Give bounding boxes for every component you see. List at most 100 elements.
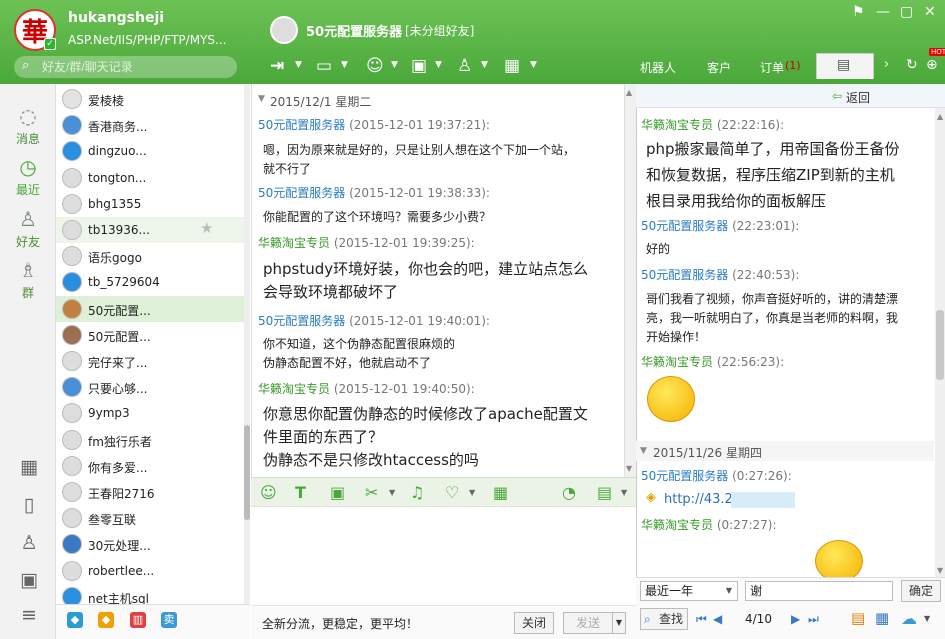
message-sender[interactable]: 50元配置服务器 xyxy=(258,186,345,200)
message-sender[interactable]: 华籁淘宝专员 xyxy=(258,236,330,250)
plus-icon[interactable]: ⊕ xyxy=(926,57,938,73)
minimize-icon[interactable]: — xyxy=(876,4,890,20)
remote-assist-icon[interactable]: ♙ xyxy=(457,56,472,76)
message-sender[interactable]: 华籁淘宝专员 xyxy=(641,118,713,132)
contact-row[interactable]: tb13936... xyxy=(56,217,244,243)
menu-icon[interactable]: ≡ xyxy=(16,604,42,626)
chat-scrollbar[interactable] xyxy=(624,84,636,477)
message-input[interactable] xyxy=(251,507,636,605)
contact-row[interactable]: 50元配置... xyxy=(56,322,244,348)
first-page-icon[interactable]: ⏮ xyxy=(696,612,707,627)
contact-row[interactable]: 叁零互联 xyxy=(56,505,244,531)
chevron-down-icon[interactable]: ▼ xyxy=(435,60,442,70)
scroll-down-icon[interactable]: ▼ xyxy=(937,566,943,575)
message-sender[interactable]: 50元配置服务器 xyxy=(641,469,728,483)
close-button[interactable]: 关闭 xyxy=(514,612,554,634)
chevron-down-icon[interactable]: ▼ xyxy=(481,60,488,70)
confirm-button[interactable]: 确定 xyxy=(901,580,941,602)
back-button[interactable]: 返回 xyxy=(846,89,870,106)
find-button[interactable]: ⌕ 查找 xyxy=(640,608,688,630)
tab-notes[interactable]: ▤ xyxy=(816,53,874,79)
send-file-icon[interactable]: ⇥ xyxy=(270,56,284,76)
scroll-down-icon[interactable]: ▼ xyxy=(626,464,632,473)
refresh-icon[interactable]: ↻ xyxy=(906,57,918,73)
chevron-down-icon[interactable]: ▼ xyxy=(621,488,627,497)
nav-friends[interactable]: ♙ 好友 xyxy=(0,207,56,250)
chevron-down-icon[interactable]: ▼ xyxy=(391,60,398,70)
close-icon[interactable]: ✕ xyxy=(924,4,936,20)
chevron-down-icon[interactable]: ▼ xyxy=(469,488,475,497)
contact-row[interactable]: 50元配置... xyxy=(56,295,244,322)
tab-customer[interactable]: 客户 xyxy=(707,59,731,76)
prev-page-icon[interactable]: ◀ xyxy=(713,612,722,626)
message-sender[interactable]: 华籁淘宝专员 xyxy=(258,382,330,396)
contact-list-scrollbar[interactable] xyxy=(244,84,250,604)
message-manager-icon[interactable]: ▦ xyxy=(875,609,889,627)
contact-row[interactable]: dingzuo... xyxy=(56,138,244,164)
contact-row[interactable]: robertlee... xyxy=(56,558,244,584)
contact-row[interactable]: 9ymp3 xyxy=(56,400,244,426)
contact-row[interactable]: 完仔来了... xyxy=(56,348,244,374)
contact-row[interactable]: tb_5729604 xyxy=(56,269,244,295)
next-page-icon[interactable]: ▶ xyxy=(791,612,800,626)
message-sender[interactable]: 华籁淘宝专员 xyxy=(641,518,713,532)
contact-row[interactable]: tongton... xyxy=(56,165,244,191)
message-sender[interactable]: 50元配置服务器 xyxy=(258,118,345,132)
contact-row[interactable]: fm独行乐者 xyxy=(56,427,244,453)
quick-reply-icon[interactable]: ◔ xyxy=(562,483,576,502)
message-record-icon[interactable]: ▤ xyxy=(597,483,612,502)
chevron-down-icon[interactable]: ▼ xyxy=(530,60,537,70)
star-icon[interactable]: ★ xyxy=(200,219,213,237)
contact-row[interactable]: 爱棱棱 xyxy=(56,86,244,112)
online-status-icon[interactable]: ✓ xyxy=(44,38,56,50)
contact-row[interactable]: 30元处理... xyxy=(56,531,244,557)
chevron-down-icon[interactable]: ▼ xyxy=(924,614,930,623)
tab-robot[interactable]: 机器人 xyxy=(640,59,676,76)
video-call-icon[interactable]: ▭ xyxy=(316,56,332,76)
nav-recent[interactable]: ◷ 最近 xyxy=(0,155,56,198)
scroll-up-icon[interactable]: ▲ xyxy=(937,112,943,121)
keyword-input[interactable]: 谢 xyxy=(745,581,893,601)
collapse-icon[interactable]: ▼ xyxy=(640,446,647,456)
sell-icon[interactable]: 卖 xyxy=(161,612,177,628)
scroll-thumb[interactable] xyxy=(936,310,944,380)
contact-row[interactable]: bhg1355 xyxy=(56,191,244,217)
contact-row[interactable]: 只要心够... xyxy=(56,374,244,400)
app-icon[interactable]: ◆ xyxy=(67,612,83,628)
image-icon[interactable]: ▣ xyxy=(330,483,345,502)
message-sender[interactable]: 50元配置服务器 xyxy=(641,219,728,233)
font-icon[interactable]: T xyxy=(295,483,306,502)
contact-row[interactable]: 香港商务... xyxy=(56,112,244,138)
tab-order[interactable]: 订单 xyxy=(760,59,784,76)
skin-icon[interactable]: ⚑ xyxy=(852,4,865,20)
schedule-icon[interactable]: ▦ xyxy=(504,56,520,76)
storage-icon[interactable]: ▣ xyxy=(16,569,42,591)
add-chat-icon[interactable]: ☺ xyxy=(366,56,384,76)
scroll-up-icon[interactable]: ▲ xyxy=(626,88,632,97)
contact-row[interactable]: 你有多爱... xyxy=(56,453,244,479)
maximize-icon[interactable]: ▢ xyxy=(900,4,913,20)
app-icon[interactable]: ◆ xyxy=(98,612,114,628)
user-signature[interactable]: ASP.Net/IIS/PHP/FTP/MYS... xyxy=(68,33,226,47)
message-sender[interactable]: 华籁淘宝专员 xyxy=(641,355,713,369)
calculator-icon[interactable]: ▦ xyxy=(493,483,508,502)
message-sender[interactable]: 50元配置服务器 xyxy=(258,314,345,328)
message-link[interactable]: http://43.2 xyxy=(664,490,733,509)
range-select[interactable]: 最近一年 ▼ xyxy=(640,581,738,601)
message-sender[interactable]: 50元配置服务器 xyxy=(641,268,728,282)
export-icon[interactable]: ▤ xyxy=(851,609,865,627)
shake-icon[interactable]: ♫ xyxy=(410,483,424,502)
phone-icon[interactable]: ▯ xyxy=(16,494,42,516)
contact-manager-icon[interactable]: ♙ xyxy=(16,532,42,554)
contact-row[interactable]: 语乐gogo xyxy=(56,243,244,269)
send-button[interactable]: 发送 xyxy=(563,612,613,634)
send-options-button[interactable]: ▼ xyxy=(612,612,626,634)
contact-avatar[interactable] xyxy=(270,16,298,44)
scroll-thumb[interactable] xyxy=(244,425,250,520)
search-input[interactable] xyxy=(42,59,232,75)
chevron-down-icon[interactable]: ▼ xyxy=(389,488,395,497)
chevron-down-icon[interactable]: ▼ xyxy=(295,60,302,70)
emoji-icon[interactable]: ☺ xyxy=(260,483,277,502)
apps-icon[interactable]: ▦ xyxy=(16,456,42,478)
nav-message[interactable]: ◌ 消息 xyxy=(0,104,56,147)
